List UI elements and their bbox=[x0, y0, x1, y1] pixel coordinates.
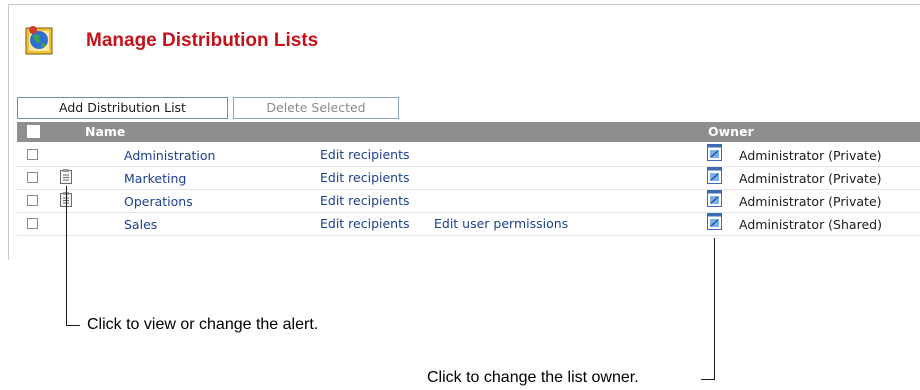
edit-recipients-link[interactable]: Edit recipients bbox=[320, 216, 410, 231]
table-row: Marketing Edit recipients Administrator … bbox=[17, 167, 920, 190]
alert-callout-line-vertical bbox=[66, 186, 67, 326]
edit-recipients-link[interactable]: Edit recipients bbox=[320, 147, 410, 162]
alert-note-icon[interactable] bbox=[60, 169, 72, 184]
owner-edit-icon[interactable] bbox=[707, 190, 722, 207]
edit-recipients-link[interactable]: Edit recipients bbox=[320, 193, 410, 208]
table-header: Name Owner bbox=[17, 122, 920, 142]
table-row: Administration Edit recipients Administr… bbox=[17, 144, 920, 167]
owner-edit-icon[interactable] bbox=[707, 144, 722, 161]
table-row: Sales Edit recipients Edit user permissi… bbox=[17, 213, 920, 236]
add-distribution-list-button[interactable]: Add Distribution List bbox=[17, 97, 228, 119]
owner-edit-icon[interactable] bbox=[707, 213, 722, 230]
delete-selected-button[interactable]: Delete Selected bbox=[233, 97, 399, 119]
edit-recipients-link[interactable]: Edit recipients bbox=[320, 170, 410, 185]
owner-value: Administrator (Shared) bbox=[739, 217, 882, 232]
table-row: Operations Edit recipients Administrator… bbox=[17, 190, 920, 213]
owner-callout-line-horizontal bbox=[701, 379, 715, 380]
list-name-link[interactable]: Operations bbox=[124, 194, 193, 209]
row-checkbox[interactable] bbox=[27, 172, 38, 183]
list-name-link[interactable]: Marketing bbox=[124, 171, 186, 186]
owner-value: Administrator (Private) bbox=[739, 148, 882, 163]
row-checkbox[interactable] bbox=[27, 195, 38, 206]
row-checkbox[interactable] bbox=[27, 218, 38, 229]
owner-value: Administrator (Private) bbox=[739, 171, 882, 186]
owner-callout-line-vertical bbox=[714, 238, 715, 380]
select-all-checkbox[interactable] bbox=[27, 125, 40, 138]
distribution-lists-globe-icon bbox=[25, 26, 53, 55]
owner-edit-icon[interactable] bbox=[707, 167, 722, 184]
column-header-owner[interactable]: Owner bbox=[708, 124, 754, 139]
alert-callout-line-horizontal bbox=[66, 325, 80, 326]
alert-callout-text: Click to view or change the alert. bbox=[87, 316, 319, 333]
list-name-link[interactable]: Administration bbox=[124, 148, 215, 163]
page-title: Manage Distribution Lists bbox=[86, 30, 319, 51]
row-checkbox[interactable] bbox=[27, 149, 38, 160]
owner-callout-text: Click to change the list owner. bbox=[427, 369, 639, 386]
frame-left-border bbox=[8, 4, 9, 260]
list-name-link[interactable]: Sales bbox=[124, 217, 157, 232]
owner-value: Administrator (Private) bbox=[739, 194, 882, 209]
column-header-name[interactable]: Name bbox=[85, 124, 125, 139]
frame-top-border bbox=[8, 4, 920, 5]
row-divider bbox=[17, 235, 920, 236]
edit-user-permissions-link[interactable]: Edit user permissions bbox=[434, 216, 568, 231]
